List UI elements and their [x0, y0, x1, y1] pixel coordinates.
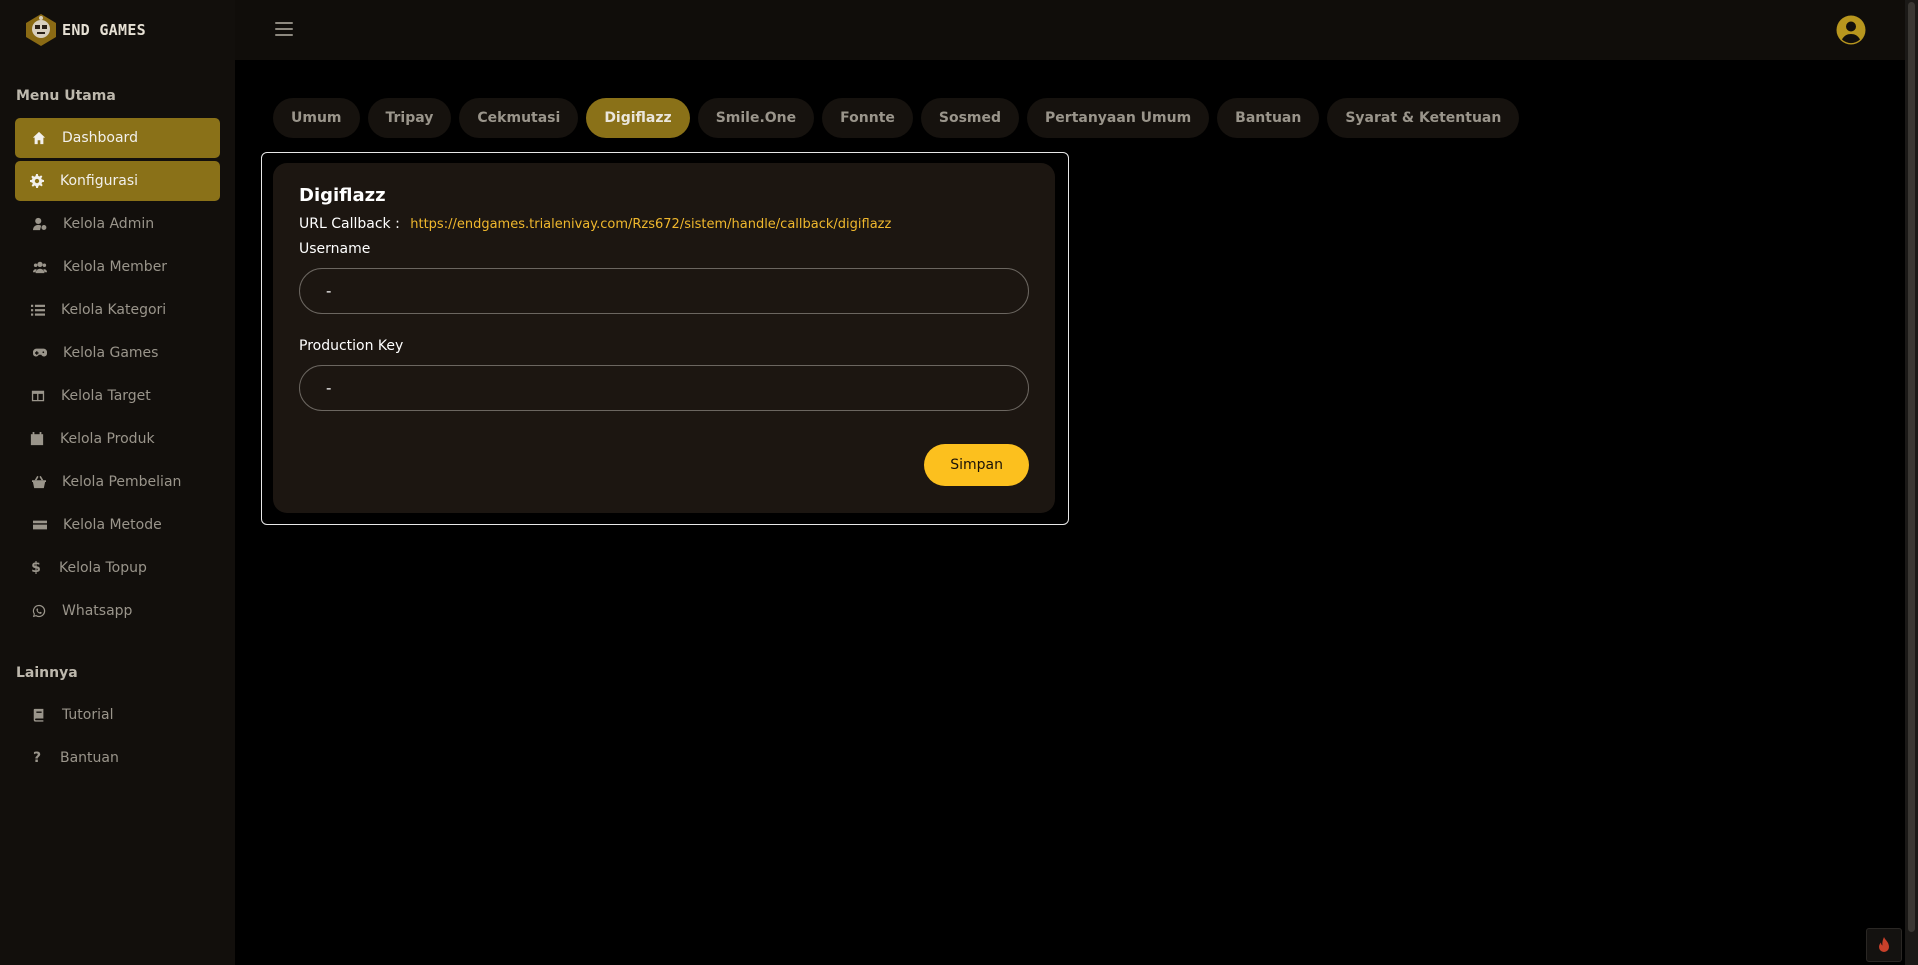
brand-name: END GAMES [62, 21, 146, 39]
sidebar-item-dashboard[interactable]: Dashboard [15, 118, 220, 158]
production-key-label: Production Key [299, 338, 404, 354]
corner-widget[interactable] [1866, 928, 1902, 962]
sidebar-item-kelola-kategori[interactable]: Kelola Kategori [15, 290, 220, 330]
hamburger-icon[interactable] [275, 22, 293, 36]
sidebar-item-kelola-member[interactable]: Kelola Member [15, 247, 220, 287]
sidebar-item-tutorial[interactable]: Tutorial [15, 695, 220, 735]
sidebar-item-kelola-games[interactable]: Kelola Games [15, 333, 220, 373]
save-button[interactable]: Simpan [924, 444, 1029, 486]
digiflazz-card-frame: Digiflazz URL Callback : https://endgame… [261, 152, 1069, 525]
sidebar-item-label: Whatsapp [62, 603, 133, 619]
users-icon [31, 258, 49, 276]
user-cog-icon [31, 215, 49, 233]
form-actions: Simpan [924, 444, 1029, 486]
production-key-input[interactable] [299, 365, 1029, 411]
menu-section-title-main: Menu Utama [16, 88, 116, 104]
sidebar-item-label: Kelola Topup [59, 560, 147, 576]
sidebar-item-kelola-admin[interactable]: Kelola Admin [15, 204, 220, 244]
main-menu: Dashboard Konfigurasi Kelola Admin Kelol… [0, 118, 235, 631]
home-icon [30, 129, 48, 147]
main-content: Umum Tripay Cekmutasi Digiflazz Smile.On… [235, 60, 1905, 965]
tab-sosmed[interactable]: Sosmed [920, 98, 1020, 138]
sidebar-item-kelola-metode[interactable]: Kelola Metode [15, 505, 220, 545]
page-scrollbar[interactable] [1905, 0, 1918, 965]
brand[interactable]: END GAMES [0, 0, 235, 60]
sidebar: END GAMES Menu Utama Dashboard Konfigura… [0, 0, 235, 965]
scrollbar-thumb[interactable] [1908, 2, 1915, 932]
tab-tripay[interactable]: Tripay [367, 98, 452, 138]
sidebar-item-kelola-produk[interactable]: Kelola Produk [15, 419, 220, 459]
callback-row: URL Callback : https://endgames.trialeni… [299, 216, 1029, 232]
callback-label: URL Callback : [299, 216, 400, 232]
sidebar-item-label: Konfigurasi [60, 173, 139, 189]
sidebar-item-bantuan[interactable]: ? Bantuan [15, 738, 220, 778]
user-circle-icon[interactable] [1836, 15, 1866, 45]
credit-card-icon [31, 516, 49, 534]
tab-pertanyaan-umum[interactable]: Pertanyaan Umum [1027, 98, 1210, 138]
gear-icon [28, 172, 46, 190]
question-icon: ? [32, 750, 42, 766]
tab-fonnte[interactable]: Fonnte [822, 98, 913, 138]
whatsapp-icon [30, 602, 48, 620]
sidebar-item-label: Bantuan [60, 750, 119, 766]
tab-cekmutasi[interactable]: Cekmutasi [459, 98, 579, 138]
callback-url: https://endgames.trialenivay.com/Rzs672/… [410, 217, 892, 232]
menu-section-title-other: Lainnya [16, 665, 78, 681]
list-icon [29, 301, 47, 319]
other-menu: Tutorial ? Bantuan [0, 695, 235, 778]
calendar-icon [28, 430, 46, 448]
username-input[interactable] [299, 268, 1029, 314]
sidebar-item-label: Kelola Target [61, 388, 151, 404]
sidebar-item-label: Dashboard [62, 130, 138, 146]
tab-umum[interactable]: Umum [273, 98, 360, 138]
top-header [235, 0, 1905, 60]
flame-icon [1879, 937, 1889, 952]
sidebar-item-konfigurasi[interactable]: Konfigurasi [15, 161, 220, 201]
robot-face-logo-icon [26, 14, 56, 46]
sidebar-item-label: Kelola Games [63, 345, 159, 361]
gamepad-icon [31, 344, 49, 362]
sidebar-item-label: Kelola Produk [60, 431, 155, 447]
sidebar-item-label: Kelola Pembelian [62, 474, 182, 490]
book-icon [30, 706, 48, 724]
tab-digiflazz[interactable]: Digiflazz [586, 98, 690, 138]
sidebar-item-kelola-target[interactable]: Kelola Target [15, 376, 220, 416]
table-icon [29, 387, 47, 405]
sidebar-item-whatsapp[interactable]: Whatsapp [15, 591, 220, 631]
tab-bantuan[interactable]: Bantuan [1217, 98, 1320, 138]
sidebar-item-label: Kelola Member [63, 259, 168, 275]
sidebar-item-kelola-pembelian[interactable]: Kelola Pembelian [15, 462, 220, 502]
config-tabs: Umum Tripay Cekmutasi Digiflazz Smile.On… [273, 98, 1527, 138]
tab-smile-one[interactable]: Smile.One [697, 98, 815, 138]
sidebar-item-label: Kelola Admin [63, 216, 155, 232]
dollar-icon: $ [31, 560, 41, 576]
card-title: Digiflazz [299, 185, 386, 206]
sidebar-item-kelola-topup[interactable]: $ Kelola Topup [15, 548, 220, 588]
digiflazz-form-card: Digiflazz URL Callback : https://endgame… [273, 163, 1055, 513]
sidebar-item-label: Kelola Metode [63, 517, 162, 533]
basket-icon [30, 473, 48, 491]
tab-syarat-ketentuan[interactable]: Syarat & Ketentuan [1327, 98, 1520, 138]
username-label: Username [299, 241, 371, 257]
sidebar-item-label: Kelola Kategori [61, 302, 167, 318]
sidebar-item-label: Tutorial [62, 707, 114, 723]
